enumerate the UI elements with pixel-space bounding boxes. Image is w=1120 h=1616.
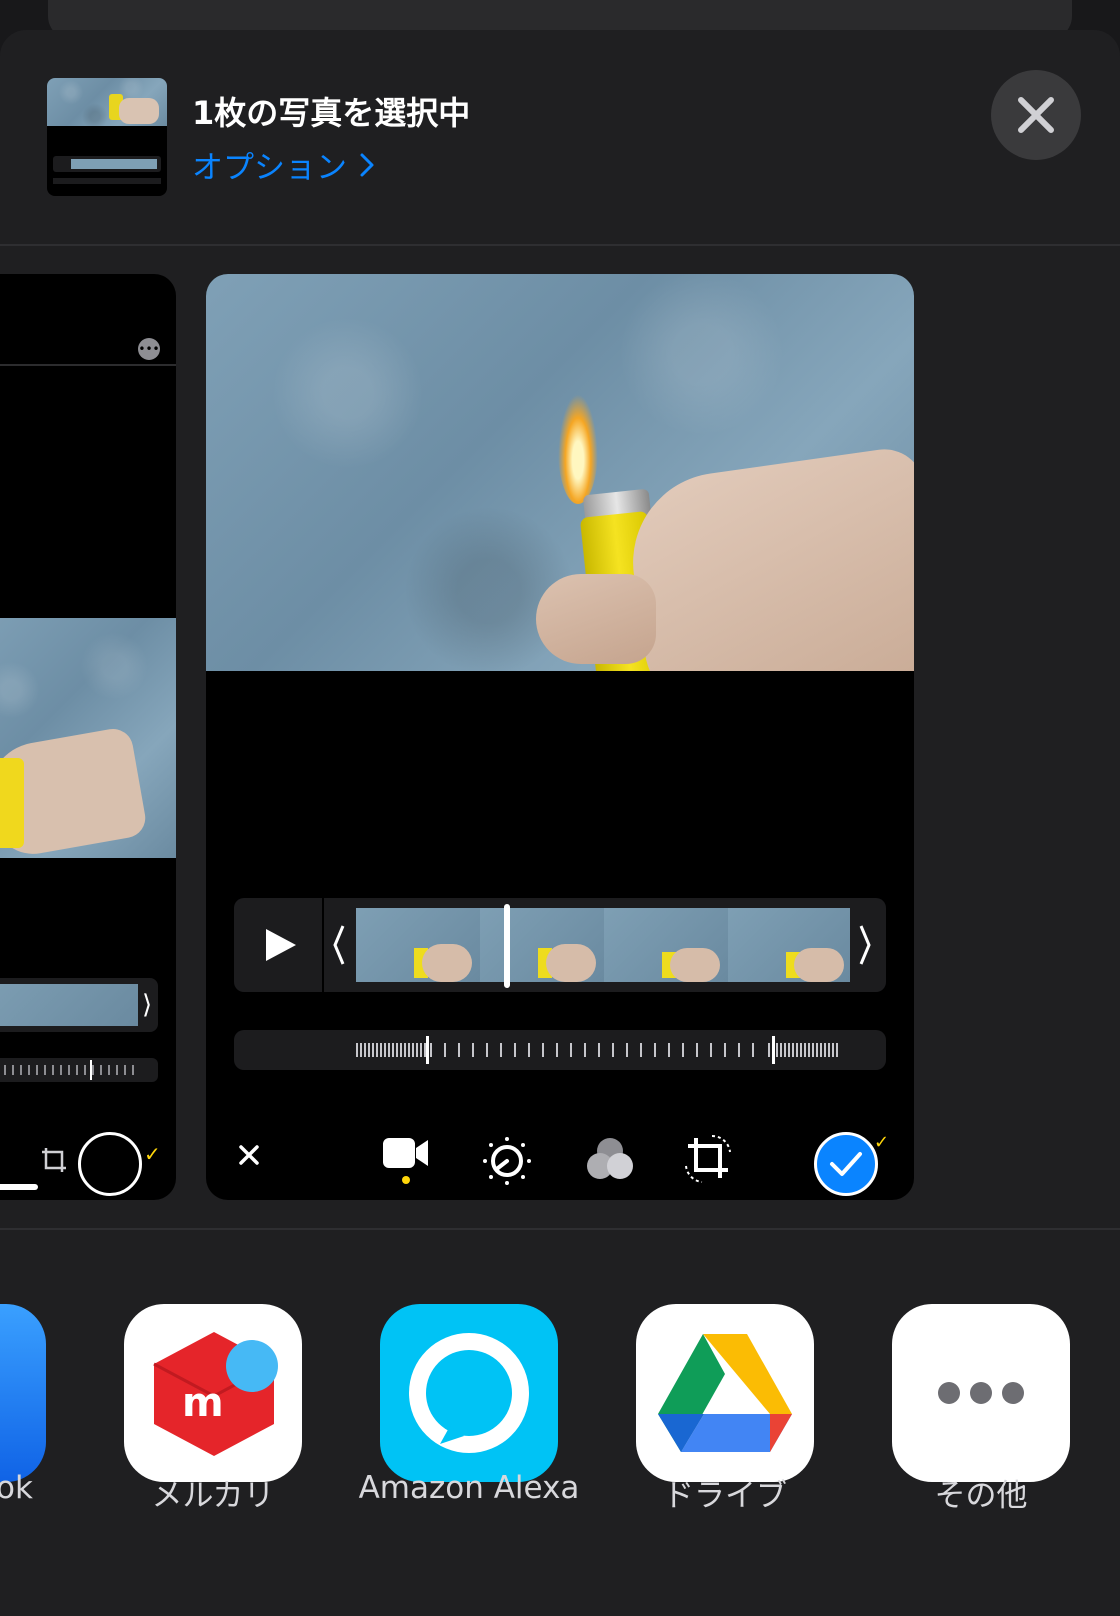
google-drive-icon (658, 1334, 792, 1452)
home-indicator (0, 1184, 38, 1190)
more-dots-icon: ••• (138, 338, 160, 360)
frame-strip (356, 908, 850, 982)
mercari-app-icon[interactable]: m (124, 1304, 302, 1482)
more-app-icon[interactable] (892, 1304, 1070, 1482)
preview-card-current[interactable]: ✓ (206, 274, 914, 1200)
hand (621, 444, 914, 671)
more-icon (938, 1382, 1024, 1404)
app-label-drive: ドライブ (663, 1478, 787, 1514)
previous-timeline: ⟩ (0, 978, 158, 1032)
preview-card-previous[interactable]: ••• ⟩ ✓ (0, 274, 176, 1200)
done-button[interactable] (814, 1132, 878, 1196)
filters-icon[interactable] (586, 1136, 634, 1182)
app-label-more: その他 (934, 1478, 1028, 1514)
crop-rotate-icon[interactable] (682, 1132, 734, 1186)
header-divider (0, 244, 1120, 246)
video-frame (206, 274, 914, 671)
thumbnail-timeline (53, 156, 161, 172)
adjust-dial-icon[interactable] (482, 1136, 532, 1186)
video-camera-icon (383, 1138, 428, 1168)
alexa-app-icon[interactable] (380, 1304, 558, 1482)
options-label: オプション (192, 150, 347, 186)
close-icon (1018, 97, 1054, 133)
trim-handle-left-icon[interactable] (332, 924, 346, 966)
trim-timeline[interactable] (234, 898, 886, 992)
close-button[interactable] (991, 70, 1081, 160)
app-label-alexa: Amazon Alexa (358, 1470, 580, 1506)
active-tool-dot (402, 1176, 410, 1184)
alexa-icon (409, 1333, 529, 1453)
checkmark-icon (830, 1152, 862, 1176)
selected-photo-thumbnail (47, 78, 167, 196)
share-sheet: 1枚の写真を選択中 オプション ••• ⟩ ✓ ✓ ok m メルカリ Amaz… (0, 30, 1120, 1616)
partial-blue-app-icon[interactable] (0, 1304, 46, 1482)
done-circle (78, 1132, 142, 1196)
apps-divider (0, 1228, 1120, 1230)
svg-text:m: m (182, 1380, 224, 1426)
app-label-partial: ok (0, 1470, 33, 1506)
play-icon (266, 929, 296, 961)
scrubber-ruler[interactable] (234, 1030, 886, 1070)
selection-title: 1枚の写真を選択中 (192, 94, 471, 132)
app-label-mercari: メルカリ (151, 1478, 275, 1514)
video-tool-button[interactable] (382, 1136, 430, 1184)
thumbnail-photo (47, 78, 167, 126)
google-drive-app-icon[interactable] (636, 1304, 814, 1482)
crop-icon (42, 1148, 66, 1172)
flame (558, 394, 598, 504)
play-button[interactable] (234, 898, 324, 992)
options-link[interactable]: オプション (192, 142, 375, 187)
trim-handle-right-icon[interactable] (858, 924, 872, 966)
cancel-edit-icon[interactable] (238, 1144, 260, 1166)
chevron-right-icon (360, 153, 374, 176)
previous-photo (0, 618, 176, 858)
mercari-icon: m (153, 1332, 278, 1456)
playhead[interactable] (504, 904, 510, 988)
